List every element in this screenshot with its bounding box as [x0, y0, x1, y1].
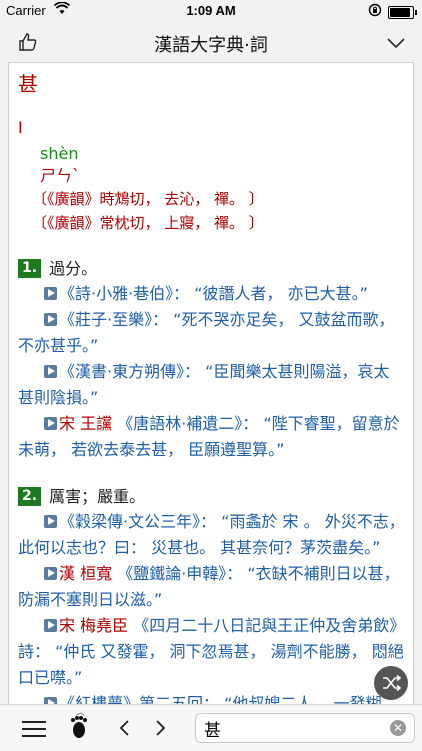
battery-icon: [388, 6, 417, 19]
rhyme-note: 〔《廣韻》時鴆切， 去沁， 禪。 〕: [32, 190, 264, 208]
sense-1: 1. 過分。: [18, 257, 405, 281]
quote: 《漢書·東方朔傳》： “臣聞樂太甚則陽溢，哀太甚則陰損。”: [18, 362, 390, 407]
entry-headword: 甚: [18, 72, 38, 96]
quote: 漢 桓寬 《鹽鐵論·申韓》： “衣缺不補則日以甚， 防漏不塞則日以滋。”: [18, 564, 400, 609]
back-arrow-icon[interactable]: [118, 719, 130, 741]
sense-2: 2. 厲害；嚴重。: [18, 485, 405, 509]
orientation-lock-icon: [368, 3, 382, 21]
rhyme-note: 〔《廣韻》常枕切， 上寢， 禪。 〕: [32, 214, 264, 232]
sense-number: 2.: [18, 487, 42, 506]
search-box[interactable]: ✕: [195, 713, 415, 743]
quote: 《詩·小雅·巷伯》： “彼譖人者， 亦已大甚。”: [18, 281, 405, 307]
sense-number: 1.: [18, 259, 42, 278]
play-icon[interactable]: [44, 417, 57, 430]
play-icon[interactable]: [44, 365, 57, 378]
nav-bar: 漢語大字典·詞: [0, 22, 422, 62]
page-title: 漢語大字典·詞: [154, 35, 268, 56]
clear-icon[interactable]: ✕: [390, 720, 406, 736]
bottom-toolbar: ︿ ✕: [0, 704, 422, 751]
clock: 1:09 AM: [186, 3, 236, 18]
play-icon[interactable]: [44, 567, 57, 580]
dictionary-entry-card: 甚 I shèn ㄕㄣˋ 〔《廣韻》時鴆切， 去沁， 禪。 〕 〔《廣韻》常枕切…: [8, 62, 414, 706]
sense-definition: 過分。: [49, 259, 98, 278]
play-icon[interactable]: [44, 313, 57, 326]
status-bar: Carrier 1:09 AM: [0, 0, 422, 22]
chevron-down-icon[interactable]: [386, 34, 406, 53]
shuffle-button[interactable]: [374, 666, 408, 700]
entry-content: 甚 I shèn ㄕㄣˋ 〔《廣韻》時鴆切， 去沁， 禪。 〕 〔《廣韻》常枕切…: [18, 69, 405, 705]
sense-definition: 厲害；嚴重。: [49, 487, 146, 506]
quote-author: 漢 桓寬: [59, 564, 113, 583]
pinyin: shèn: [40, 144, 79, 163]
play-icon[interactable]: [44, 619, 57, 632]
search-input[interactable]: [204, 716, 384, 740]
shuffle-icon: [374, 674, 408, 704]
quote: 宋 王讜 《唐語林·補遺二》： “陛下睿聖，留意於未萌， 若欲去泰去甚， 臣願遵…: [18, 414, 400, 459]
zhuyin: ㄕㄣˋ: [40, 166, 81, 185]
quote: 《莊子·至樂》： “死不哭亦足矣， 又鼓盆而歌， 不亦甚乎。”: [18, 310, 395, 355]
quote: 《穀梁傳·文公三年》： “雨螽於 宋 。 外災不志， 此何以志也？曰： 災甚也。…: [18, 512, 405, 557]
reading-index: I: [18, 118, 23, 137]
play-icon[interactable]: [44, 515, 57, 528]
footprints-icon[interactable]: [68, 715, 90, 745]
quote: 宋 梅堯臣 《四月二十八日記與王正仲及舍弟飲》詩： “仲氏 又發霍， 洞下忽焉甚…: [18, 616, 404, 687]
forward-arrow-icon[interactable]: [155, 719, 167, 741]
quote-author: 宋 王讜: [59, 414, 113, 433]
play-icon[interactable]: [44, 287, 57, 300]
quote-author: 宋 梅堯臣: [59, 616, 129, 635]
menu-icon[interactable]: [22, 721, 46, 741]
